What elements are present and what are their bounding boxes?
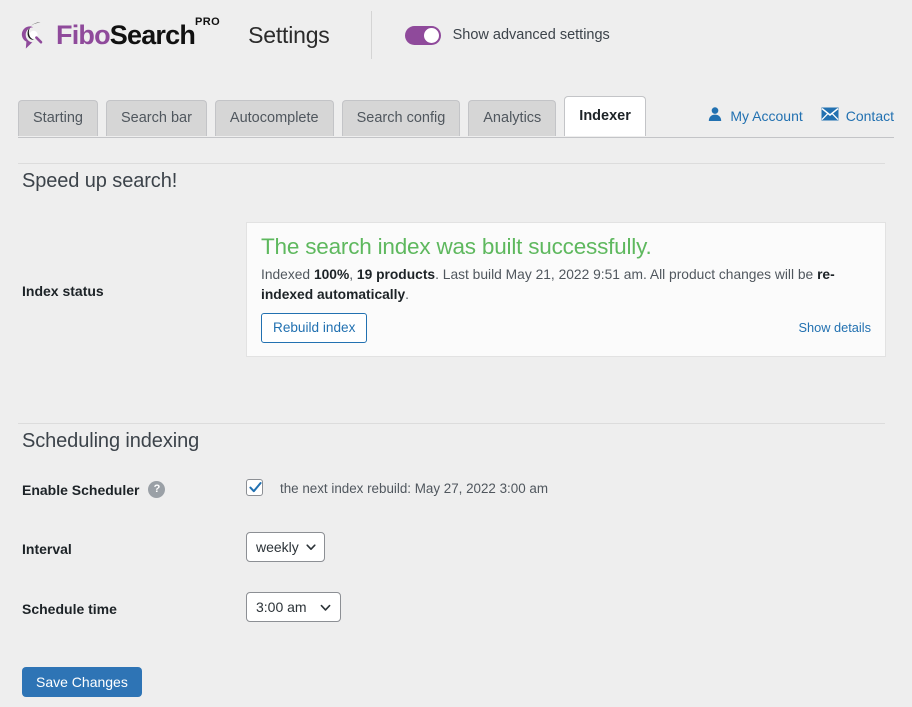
- app-header: FiboSearchPRO Settings Show advanced set…: [0, 0, 912, 70]
- tab-indexer[interactable]: Indexer: [564, 96, 646, 136]
- tab-search-bar[interactable]: Search bar: [105, 100, 207, 136]
- advanced-settings-control[interactable]: Show advanced settings: [404, 25, 610, 45]
- help-icon[interactable]: ?: [148, 481, 166, 498]
- tab-search-config[interactable]: Search config: [341, 100, 461, 136]
- checkmark-icon: [249, 482, 262, 493]
- desc-suffix: .: [405, 287, 409, 302]
- brand-logo: FiboSearchPRO: [16, 16, 220, 53]
- brand-pro-badge: PRO: [195, 15, 221, 28]
- show-advanced-settings-label: Show advanced settings: [452, 27, 610, 43]
- my-account-label: My Account: [730, 107, 803, 124]
- interval-label-text: Interval: [22, 541, 72, 557]
- schedule-time-label-text: Schedule time: [22, 601, 117, 617]
- brand-search-text: Search: [109, 19, 196, 50]
- indexed-percent: 100%: [313, 267, 350, 282]
- save-changes-button[interactable]: Save Changes: [22, 667, 142, 697]
- scheduling-indexing-heading: Scheduling indexing: [22, 430, 200, 452]
- show-details-link[interactable]: Show details: [798, 320, 871, 335]
- fibosearch-logo-icon: [16, 17, 52, 53]
- page-title: Settings: [248, 21, 330, 48]
- brand-wordmark: FiboSearchPRO: [56, 16, 220, 50]
- index-status-description: Indexed 100%, 19 products. Last build Ma…: [261, 265, 873, 305]
- envelope-icon: [821, 107, 839, 124]
- toggle-knob: [423, 27, 439, 43]
- chevron-down-icon: [320, 604, 331, 611]
- schedule-time-value: 3:00 am: [256, 599, 307, 615]
- tabs-underline: [18, 137, 894, 138]
- tab-analytics[interactable]: Analytics: [468, 100, 557, 136]
- index-status-label-text: Index status: [22, 283, 104, 299]
- next-rebuild-note: the next index rebuild: May 27, 2022 3:0…: [280, 481, 548, 496]
- interval-select[interactable]: weekly: [246, 532, 325, 562]
- rebuild-index-button[interactable]: Rebuild index: [261, 313, 368, 343]
- chevron-down-icon: [306, 544, 316, 550]
- index-status-label: Index status: [22, 283, 104, 299]
- tab-autocomplete[interactable]: Autocomplete: [214, 100, 334, 136]
- desc-sep: ,: [349, 267, 357, 282]
- interval-label: Interval: [22, 541, 72, 557]
- header-divider: [370, 11, 372, 59]
- indexed-products: 19 products: [356, 267, 436, 282]
- enable-scheduler-label: Enable Scheduler ?: [22, 481, 166, 498]
- index-status-panel: The search index was built successfully.…: [246, 222, 886, 357]
- speed-section-divider: [18, 163, 885, 164]
- enable-scheduler-checkbox[interactable]: [246, 479, 263, 496]
- settings-tabs-row: Starting Search bar Autocomplete Search …: [18, 96, 894, 138]
- desc-prefix: Indexed: [261, 267, 314, 282]
- desc-middle: . Last build May 21, 2022 9:51 am. All p…: [435, 267, 818, 282]
- header-links: My Account Contact: [707, 106, 894, 125]
- interval-value: weekly: [256, 539, 299, 555]
- index-status-headline: The search index was built successfully.: [261, 234, 652, 259]
- user-icon: [707, 106, 723, 125]
- show-advanced-settings-toggle[interactable]: [404, 25, 441, 45]
- schedule-time-label: Schedule time: [22, 601, 117, 617]
- brand-fibo-text: Fibo: [56, 19, 111, 50]
- contact-link[interactable]: Contact: [821, 107, 894, 124]
- my-account-link[interactable]: My Account: [707, 106, 803, 125]
- tab-starting[interactable]: Starting: [18, 100, 98, 136]
- enable-scheduler-label-text: Enable Scheduler: [22, 481, 140, 498]
- scheduling-section-divider: [18, 423, 885, 424]
- contact-label: Contact: [845, 107, 894, 124]
- schedule-time-select[interactable]: 3:00 am: [246, 592, 341, 622]
- speed-up-search-heading: Speed up search!: [22, 170, 178, 192]
